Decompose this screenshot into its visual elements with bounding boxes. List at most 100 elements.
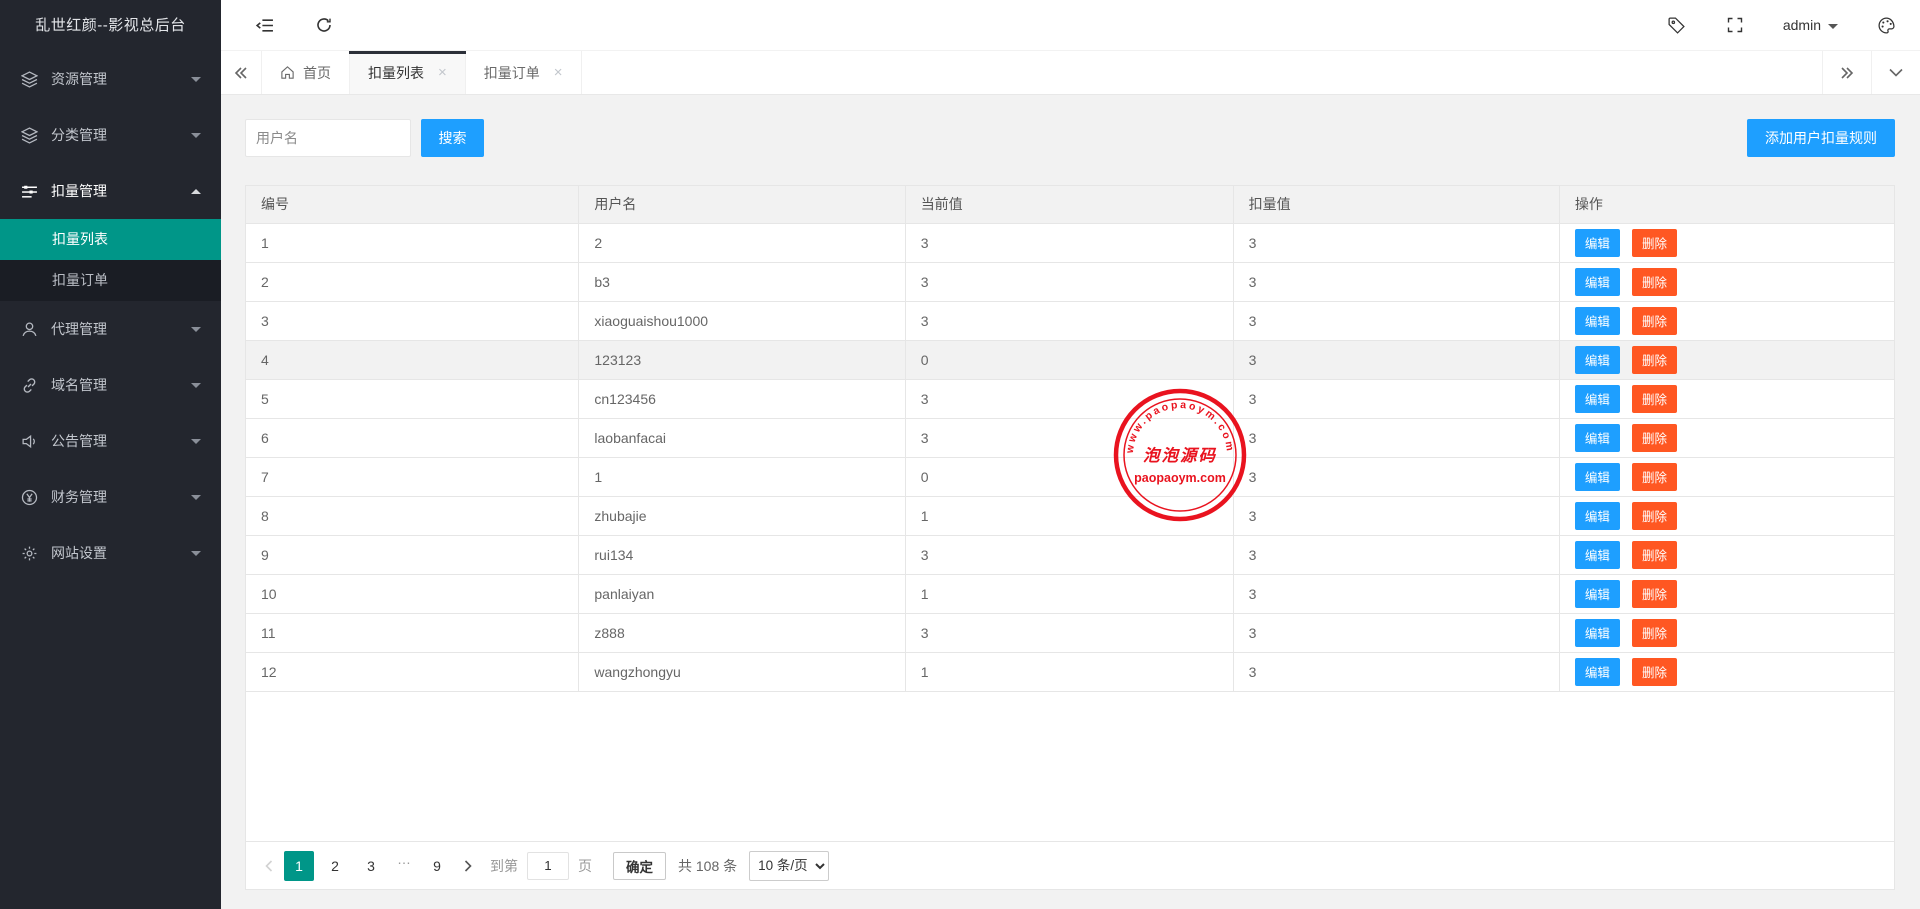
cell-id: 11 xyxy=(246,613,580,653)
admin-menu[interactable]: admin xyxy=(1783,17,1838,33)
edit-button[interactable]: 编辑 xyxy=(1574,618,1620,647)
cell-username: 123123 xyxy=(578,340,906,380)
edit-button[interactable]: 编辑 xyxy=(1574,267,1620,296)
add-deduction-rule-button[interactable]: 添加用户扣量规则 xyxy=(1747,119,1895,157)
delete-button[interactable]: 删除 xyxy=(1631,501,1677,530)
cell-id: 4 xyxy=(246,340,580,380)
table-row: 9 rui134 3 3 编辑 删除 xyxy=(246,535,1894,575)
sidebar-item-deduction-orders[interactable]: 扣量订单 xyxy=(0,260,221,301)
cell-id: 7 xyxy=(246,457,580,497)
collapse-menu-icon[interactable] xyxy=(254,15,274,35)
table-header-row: 编号 用户名 当前值 扣量值 操作 xyxy=(246,186,1894,224)
sidebar-item-deduction-list[interactable]: 扣量列表 xyxy=(0,219,221,260)
gear-icon xyxy=(21,545,38,562)
cell-actions: 编辑 删除 xyxy=(1559,574,1894,614)
page-size-select[interactable]: 10 条/页 xyxy=(749,850,830,881)
cell-username: zhubajie xyxy=(578,496,906,536)
table-row: 2 b3 3 3 编辑 删除 xyxy=(246,262,1894,302)
tab-deduction-list[interactable]: 扣量列表 × xyxy=(349,51,466,94)
table-body: 1 2 3 3 编辑 删除 2 b3 3 3 编辑 删除 3 xiaoguaishou1000 3 3 编辑 删除… xyxy=(246,223,1894,692)
tag-icon[interactable] xyxy=(1667,15,1687,35)
cell-username: rui134 xyxy=(578,535,906,575)
delete-button[interactable]: 删除 xyxy=(1631,540,1677,569)
delete-button[interactable]: 删除 xyxy=(1631,462,1677,491)
cell-deduct-value: 3 xyxy=(1233,496,1560,536)
cell-id: 8 xyxy=(246,496,580,536)
sidebar-item-site-settings[interactable]: 网站设置 xyxy=(0,525,221,581)
cell-deduct-value: 3 xyxy=(1233,223,1560,263)
tab-home[interactable]: 首页 xyxy=(261,51,350,94)
refresh-icon[interactable] xyxy=(314,15,334,35)
tabs-scroll-right-button[interactable] xyxy=(1822,51,1871,94)
delete-button[interactable]: 删除 xyxy=(1631,228,1677,257)
page-button-active[interactable]: 1 xyxy=(284,850,314,881)
page-button[interactable]: 9 xyxy=(422,851,452,881)
tabs-scroll-left-button[interactable] xyxy=(221,51,261,94)
delete-button[interactable]: 删除 xyxy=(1631,267,1677,296)
cell-current-value: 3 xyxy=(905,418,1234,458)
username-search-input[interactable] xyxy=(245,119,411,157)
table-empty-area xyxy=(246,692,1894,842)
page-ellipsis: … xyxy=(397,850,411,867)
edit-button[interactable]: 编辑 xyxy=(1574,345,1620,374)
layers-icon xyxy=(21,70,38,88)
edit-button[interactable]: 编辑 xyxy=(1574,540,1620,569)
delete-button[interactable]: 删除 xyxy=(1631,579,1677,608)
goto-page-input[interactable] xyxy=(527,851,569,880)
tab-deduction-orders[interactable]: 扣量订单 × xyxy=(465,51,582,94)
cell-current-value: 3 xyxy=(905,613,1234,653)
cell-current-value: 3 xyxy=(905,301,1234,341)
sidebar-item-categories[interactable]: 分类管理 xyxy=(0,107,221,163)
edit-button[interactable]: 编辑 xyxy=(1574,657,1620,686)
delete-button[interactable]: 删除 xyxy=(1631,423,1677,452)
cell-id: 1 xyxy=(246,223,580,263)
column-header-id: 编号 xyxy=(246,186,580,224)
column-header-username: 用户名 xyxy=(578,186,906,224)
sidebar-item-deduction[interactable]: 扣量管理 xyxy=(0,163,221,219)
page-button[interactable]: 2 xyxy=(320,851,350,881)
cell-deduct-value: 3 xyxy=(1233,574,1560,614)
prev-page-button[interactable] xyxy=(255,851,281,881)
theme-palette-icon[interactable] xyxy=(1876,15,1896,35)
admin-label: admin xyxy=(1782,17,1821,33)
close-icon[interactable]: × xyxy=(438,65,447,80)
link-icon xyxy=(21,377,38,394)
edit-button[interactable]: 编辑 xyxy=(1574,228,1620,257)
tabbar: 首页 扣量列表 × 扣量订单 × xyxy=(221,51,1920,95)
sidebar-item-agents[interactable]: 代理管理 xyxy=(0,301,221,357)
cell-current-value: 1 xyxy=(905,496,1234,536)
sidebar-item-announcements[interactable]: 公告管理 xyxy=(0,413,221,469)
delete-button[interactable]: 删除 xyxy=(1631,618,1677,647)
edit-button[interactable]: 编辑 xyxy=(1574,462,1620,491)
page-button[interactable]: 3 xyxy=(356,851,386,881)
next-page-button[interactable] xyxy=(455,851,481,881)
delete-button[interactable]: 删除 xyxy=(1631,306,1677,335)
cell-username: wangzhongyu xyxy=(578,652,906,692)
search-button[interactable]: 搜索 xyxy=(421,119,484,157)
delete-button[interactable]: 删除 xyxy=(1631,345,1677,374)
edit-button[interactable]: 编辑 xyxy=(1574,384,1620,413)
chevron-up-icon xyxy=(191,188,201,194)
delete-button[interactable]: 删除 xyxy=(1631,384,1677,413)
edit-button[interactable]: 编辑 xyxy=(1574,501,1620,530)
cell-id: 6 xyxy=(246,418,580,458)
edit-button[interactable]: 编辑 xyxy=(1574,306,1620,335)
column-header-current-value: 当前值 xyxy=(905,186,1234,224)
cell-deduct-value: 3 xyxy=(1233,535,1560,575)
edit-button[interactable]: 编辑 xyxy=(1574,423,1620,452)
goto-confirm-button[interactable]: 确定 xyxy=(613,851,666,880)
delete-button[interactable]: 删除 xyxy=(1631,657,1677,686)
cell-id: 10 xyxy=(246,574,580,614)
page-numbers: 1 2 3 … 9 xyxy=(281,850,455,881)
sidebar-item-domains[interactable]: 域名管理 xyxy=(0,357,221,413)
goto-label: 到第 xyxy=(490,857,518,874)
close-icon[interactable]: × xyxy=(554,65,563,80)
cell-deduct-value: 3 xyxy=(1233,457,1560,497)
fullscreen-icon[interactable] xyxy=(1725,15,1745,35)
table-row: 6 laobanfacai 3 3 编辑 删除 xyxy=(246,418,1894,458)
edit-button[interactable]: 编辑 xyxy=(1574,579,1620,608)
sidebar-item-finance[interactable]: 财务管理 xyxy=(0,469,221,525)
tabs-menu-button[interactable] xyxy=(1871,51,1920,94)
cell-actions: 编辑 删除 xyxy=(1559,301,1894,341)
sidebar-item-resources[interactable]: 资源管理 xyxy=(0,51,221,107)
